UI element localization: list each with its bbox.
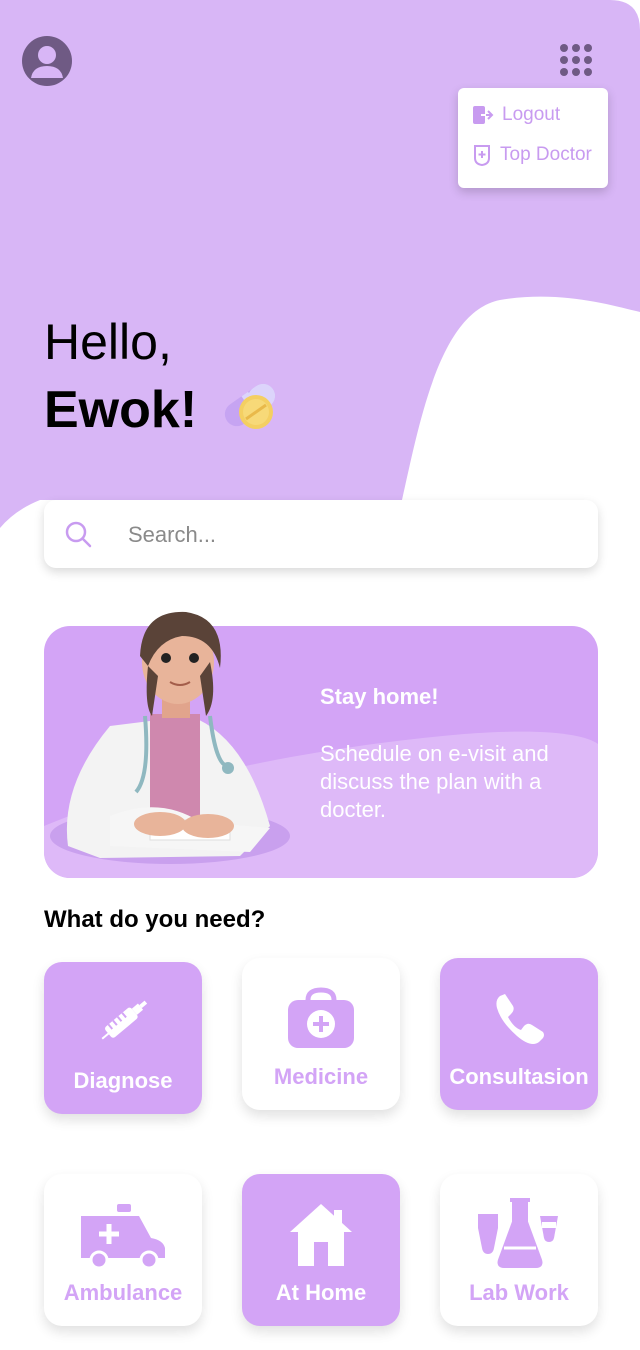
house-icon [290, 1204, 352, 1266]
top-doctor-label: Top Doctor [500, 144, 592, 165]
service-consultasion[interactable]: Consultasion [440, 958, 598, 1110]
service-label: Consultasion [449, 1064, 589, 1089]
banner-body: Schedule on e-visit and discuss the plan… [320, 741, 549, 822]
greeting-name: Ewok! [44, 381, 198, 439]
banner-title: Stay home! [320, 684, 439, 709]
search-icon[interactable] [64, 520, 92, 548]
service-at-home[interactable]: At Home [242, 1174, 400, 1326]
service-lab-work[interactable]: Lab Work [440, 1174, 598, 1326]
user-avatar-icon[interactable] [22, 36, 72, 86]
search-input[interactable] [126, 514, 570, 556]
greeting-hello: Hello, [44, 314, 172, 370]
lab-flask-icon [478, 1198, 558, 1268]
grid-menu-icon[interactable] [556, 42, 598, 82]
pill-icon [224, 383, 276, 429]
dropdown-menu: Logout Top Doctor [458, 88, 608, 188]
doctor-illustration [50, 611, 290, 864]
medicine-bag-icon [288, 987, 354, 1048]
service-label: Medicine [273, 1064, 369, 1089]
logout-label: Logout [502, 104, 561, 125]
menu-item-top-doctor[interactable]: Top Doctor [472, 140, 592, 170]
services-heading: What do you need? [44, 906, 266, 933]
service-label: At Home [275, 1280, 367, 1305]
ambulance-icon [81, 1204, 165, 1270]
logout-icon [473, 106, 494, 124]
header-background [0, 0, 640, 528]
doctor-badge-icon [474, 145, 490, 166]
service-medicine[interactable]: Medicine [242, 958, 400, 1110]
menu-item-logout[interactable]: Logout [472, 100, 560, 130]
service-diagnose[interactable]: Diagnose [44, 962, 202, 1114]
phone-icon [496, 994, 544, 1044]
service-label: Lab Work [469, 1280, 569, 1305]
service-label: Diagnose [73, 1068, 173, 1093]
syringe-icon [101, 1000, 148, 1040]
service-ambulance[interactable]: Ambulance [44, 1174, 202, 1326]
service-label: Ambulance [63, 1280, 183, 1305]
search-bar [44, 500, 598, 568]
